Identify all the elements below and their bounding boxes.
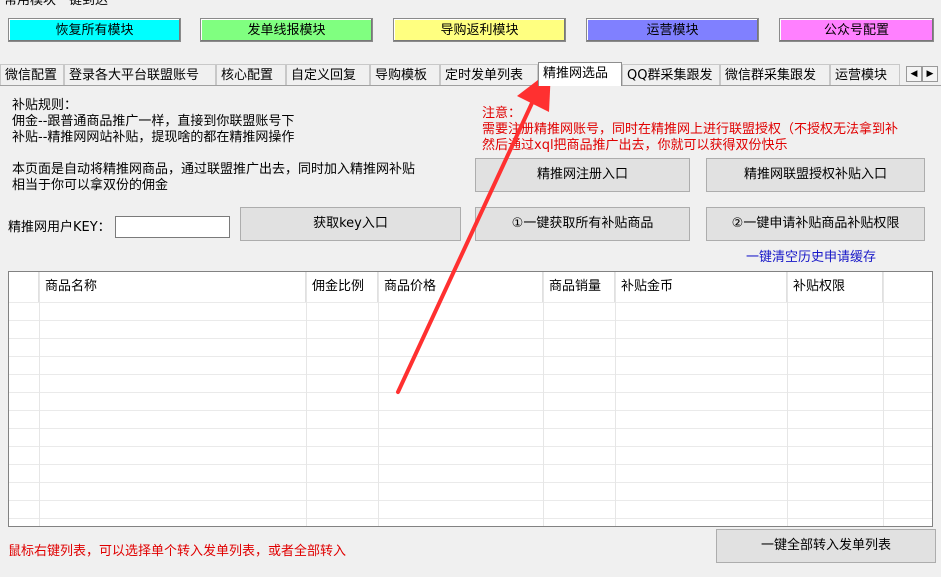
column-header-index[interactable] xyxy=(9,272,39,302)
page-description-line1: 本页面是自动将精推网商品，通过联盟推广出去，同时加入精推网补贴 xyxy=(12,162,416,177)
column-header-subsidy-permission[interactable]: 补贴权限 xyxy=(787,272,883,302)
page-description-line2: 相当于你可以拿双份的佣金 xyxy=(12,178,169,193)
official-account-config-button[interactable]: 公众号配置 xyxy=(779,18,934,42)
grid-line xyxy=(787,272,788,526)
rebate-module-button[interactable]: 导购返利模块 xyxy=(393,18,566,42)
grid-line xyxy=(9,356,932,357)
grid-line xyxy=(9,410,932,411)
group-title: 常用模块一键到达 xyxy=(4,0,109,8)
rules-title: 补贴规则： xyxy=(12,98,78,113)
grid-line xyxy=(9,302,932,303)
grid-line xyxy=(9,428,932,429)
footer-hint: 鼠标右键列表，可以选择单个转入发单列表，或者全部转入 xyxy=(8,544,347,559)
tab-panel-border xyxy=(0,85,941,86)
column-header-price[interactable]: 商品价格 xyxy=(378,272,543,302)
user-key-label: 精推网用户KEY： xyxy=(8,220,111,235)
tab-scroll-left-icon[interactable]: ◀ xyxy=(906,66,922,82)
tab-bar: 微信配置 登录各大平台联盟账号 核心配置 自定义回复 导购模板 定时发单列表 精… xyxy=(0,62,941,86)
restore-all-modules-button[interactable]: 恢复所有模块 xyxy=(8,18,181,42)
tab-custom-reply[interactable]: 自定义回复 xyxy=(286,64,370,85)
operations-module-button[interactable]: 运营模块 xyxy=(586,18,759,42)
column-header-sales[interactable]: 商品销量 xyxy=(543,272,615,302)
get-all-subsidy-button[interactable]: ①一键获取所有补贴商品 xyxy=(475,207,690,241)
grid-line xyxy=(615,272,616,526)
grid-line xyxy=(9,518,932,519)
transfer-all-button[interactable]: 一键全部转入发单列表 xyxy=(716,529,936,563)
column-header-product-name[interactable]: 商品名称 xyxy=(39,272,306,302)
notice-title: 注意： xyxy=(482,106,522,121)
tab-scroll-right-icon[interactable]: ▶ xyxy=(922,66,938,82)
column-header-commission-rate[interactable]: 佣金比例 xyxy=(306,272,378,302)
jingtui-auth-button[interactable]: 精推网联盟授权补贴入口 xyxy=(706,158,925,192)
grid-line xyxy=(9,374,932,375)
grid-line xyxy=(9,446,932,447)
jingtui-register-button[interactable]: 精推网注册入口 xyxy=(475,158,690,192)
grid-line xyxy=(883,272,884,526)
grid-line xyxy=(9,482,932,483)
apply-subsidy-permission-button[interactable]: ②一键申请补贴商品补贴权限 xyxy=(706,207,925,241)
get-key-button[interactable]: 获取key入口 xyxy=(240,207,461,241)
product-table[interactable]: 商品名称 佣金比例 商品价格 商品销量 补贴金币 补贴权限 xyxy=(8,271,933,527)
notice-line-register: 需要注册精推网账号，同时在精推网上进行联盟授权（不授权无法拿到补 xyxy=(482,122,899,137)
tab-guide-template[interactable]: 导购模板 xyxy=(370,64,440,85)
grid-line xyxy=(378,272,379,526)
tab-jingtui-selection[interactable]: 精推网选品 xyxy=(538,62,622,86)
grid-line xyxy=(543,272,544,526)
tab-core-config[interactable]: 核心配置 xyxy=(216,64,286,85)
tab-qq-group-collect[interactable]: QQ群采集跟发 xyxy=(622,64,720,85)
tab-platform-accounts[interactable]: 登录各大平台联盟账号 xyxy=(64,64,216,85)
order-report-module-button[interactable]: 发单线报模块 xyxy=(200,18,373,42)
grid-line xyxy=(9,464,932,465)
column-header-extra[interactable] xyxy=(883,272,932,302)
user-key-input[interactable] xyxy=(115,216,230,238)
tab-operations[interactable]: 运营模块 xyxy=(830,64,900,85)
grid-line xyxy=(9,392,932,393)
grid-line xyxy=(9,500,932,501)
rules-line-commission: 佣金--跟普通商品推广一样，直接到你联盟账号下 xyxy=(12,114,295,129)
tab-wechat-config[interactable]: 微信配置 xyxy=(0,64,64,85)
grid-line xyxy=(9,320,932,321)
grid-line xyxy=(9,338,932,339)
column-header-subsidy-coins[interactable]: 补贴金币 xyxy=(615,272,787,302)
tab-scheduled-orders[interactable]: 定时发单列表 xyxy=(440,64,538,85)
tab-wechat-group-collect[interactable]: 微信群采集跟发 xyxy=(720,64,830,85)
clear-cache-link[interactable]: 一键清空历史申请缓存 xyxy=(746,250,876,265)
rules-line-subsidy: 补贴--精推网网站补贴，提现啥的都在精推网操作 xyxy=(12,130,295,145)
notice-line-promote: 然后通过xql把商品推广出去，你就可以获得双份快乐 xyxy=(482,138,788,153)
grid-line xyxy=(306,272,307,526)
grid-line xyxy=(39,272,40,526)
